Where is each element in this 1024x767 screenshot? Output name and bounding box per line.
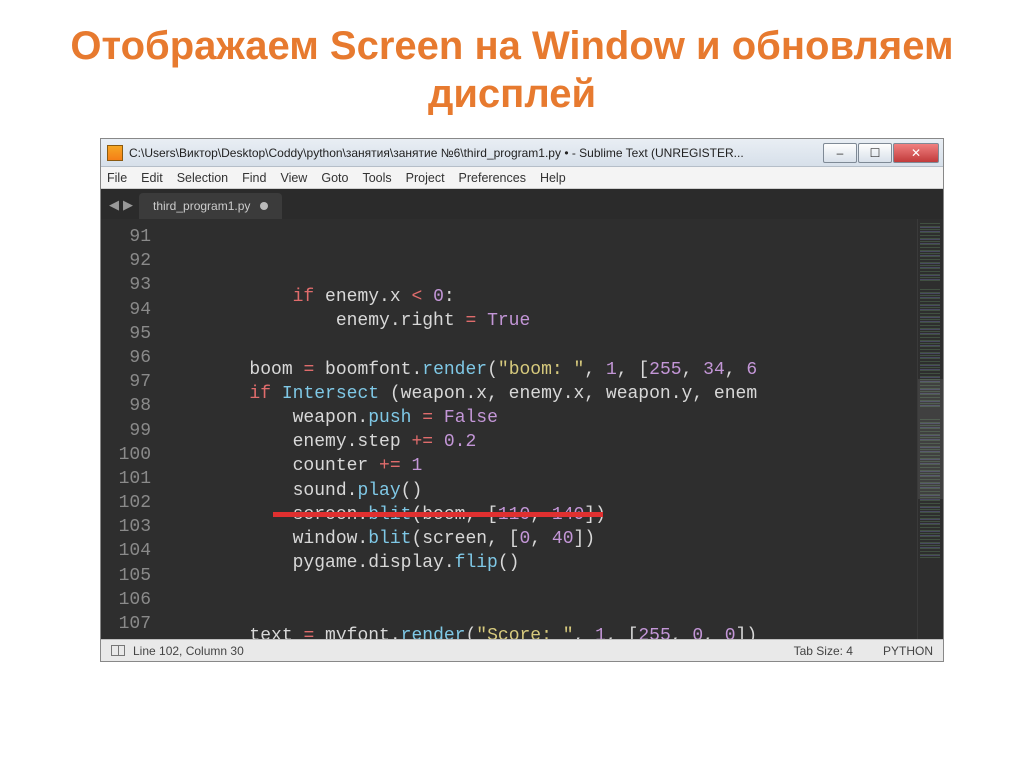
menu-preferences[interactable]: Preferences <box>459 171 526 185</box>
maximize-button[interactable]: ☐ <box>858 143 892 163</box>
highlight-underline <box>273 512 603 517</box>
code-line[interactable]: pygame.display.flip() <box>163 551 917 575</box>
line-number: 107 <box>101 612 151 636</box>
tab-nav-arrows: ◀ ▶ <box>105 197 139 219</box>
menu-goto[interactable]: Goto <box>321 171 348 185</box>
code-line[interactable]: sound.play() <box>163 479 917 503</box>
status-bar: Line 102, Column 30 Tab Size: 4 PYTHON <box>101 639 943 661</box>
menu-view[interactable]: View <box>280 171 307 185</box>
app-icon <box>107 145 123 161</box>
line-number: 102 <box>101 491 151 515</box>
code-line[interactable]: counter += 1 <box>163 454 917 478</box>
status-tab-size[interactable]: Tab Size: 4 <box>794 644 853 658</box>
line-number: 91 <box>101 225 151 249</box>
status-syntax[interactable]: PYTHON <box>883 644 933 658</box>
menu-find[interactable]: Find <box>242 171 266 185</box>
menu-help[interactable]: Help <box>540 171 566 185</box>
line-number: 93 <box>101 273 151 297</box>
code-line[interactable]: boom = boomfont.render("boom: ", 1, [255… <box>163 358 917 382</box>
window-title-text: C:\Users\Виктор\Desktop\Coddy\python\зан… <box>129 146 823 160</box>
line-number: 105 <box>101 564 151 588</box>
line-number: 98 <box>101 394 151 418</box>
line-number: 94 <box>101 298 151 322</box>
code-area[interactable]: 9192939495969798991001011021031041051061… <box>101 219 943 639</box>
window-controls: – ☐ ✕ <box>823 143 939 163</box>
panes-icon[interactable] <box>111 645 125 656</box>
line-number: 96 <box>101 346 151 370</box>
menu-selection[interactable]: Selection <box>177 171 228 185</box>
line-number: 104 <box>101 539 151 563</box>
code-line[interactable]: window.blit(screen, [0, 40]) <box>163 527 917 551</box>
minimize-button[interactable]: – <box>823 143 857 163</box>
line-number: 101 <box>101 467 151 491</box>
line-number: 103 <box>101 515 151 539</box>
line-number-gutter: 9192939495969798991001011021031041051061… <box>101 219 163 639</box>
code-content[interactable]: if enemy.x < 0: enemy.right = True boom … <box>163 219 917 639</box>
menu-tools[interactable]: Tools <box>362 171 391 185</box>
tab-dirty-icon <box>260 202 268 210</box>
menu-bar: File Edit Selection Find View Goto Tools… <box>101 167 943 189</box>
status-position[interactable]: Line 102, Column 30 <box>133 644 244 658</box>
minimap[interactable] <box>917 219 943 639</box>
code-line[interactable] <box>163 599 917 623</box>
code-line[interactable]: if enemy.x < 0: <box>163 285 917 309</box>
nav-back-icon[interactable]: ◀ <box>109 197 119 213</box>
menu-edit[interactable]: Edit <box>141 171 163 185</box>
menu-project[interactable]: Project <box>406 171 445 185</box>
code-line[interactable]: if Intersect (weapon.x, enemy.x, weapon.… <box>163 382 917 406</box>
line-number: 97 <box>101 370 151 394</box>
line-number: 92 <box>101 249 151 273</box>
code-line[interactable]: text = myfont.render("Score: ", 1, [255,… <box>163 624 917 639</box>
line-number: 100 <box>101 443 151 467</box>
slide-title: Отображаем Screen на Window и обновляем … <box>0 0 1024 130</box>
tab-bar: ◀ ▶ third_program1.py <box>101 189 943 219</box>
code-line[interactable]: enemy.right = True <box>163 309 917 333</box>
line-number: 106 <box>101 588 151 612</box>
nav-forward-icon[interactable]: ▶ <box>123 197 133 213</box>
code-line[interactable]: enemy.step += 0.2 <box>163 430 917 454</box>
line-number: 95 <box>101 322 151 346</box>
close-button[interactable]: ✕ <box>893 143 939 163</box>
line-number: 99 <box>101 419 151 443</box>
tab-active[interactable]: third_program1.py <box>139 193 282 219</box>
editor-window: C:\Users\Виктор\Desktop\Coddy\python\зан… <box>100 138 944 662</box>
tab-label: third_program1.py <box>153 199 250 213</box>
code-line[interactable]: weapon.push = False <box>163 406 917 430</box>
menu-file[interactable]: File <box>107 171 127 185</box>
code-line[interactable] <box>163 333 917 357</box>
window-titlebar[interactable]: C:\Users\Виктор\Desktop\Coddy\python\зан… <box>101 139 943 167</box>
code-line[interactable] <box>163 575 917 599</box>
